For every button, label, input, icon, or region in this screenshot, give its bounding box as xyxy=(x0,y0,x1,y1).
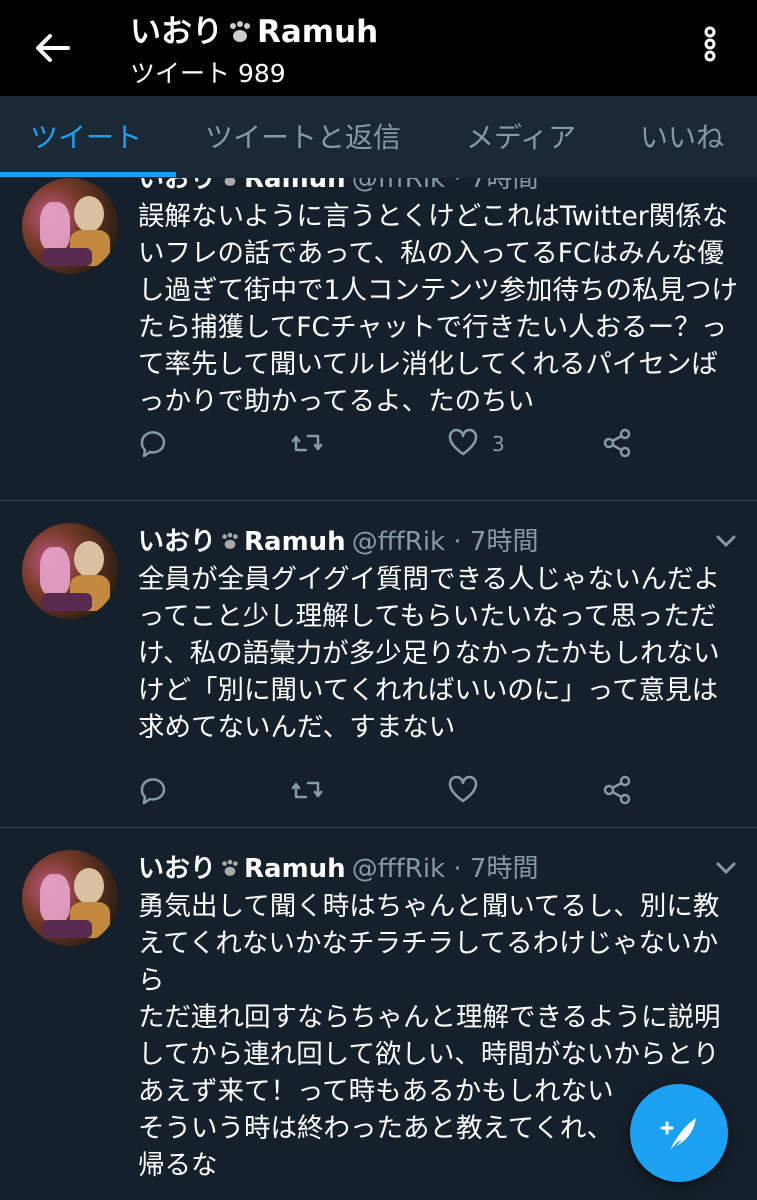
reply-icon[interactable] xyxy=(136,773,170,807)
paw-icon xyxy=(230,21,250,42)
tweet[interactable]: いおり Ramuh @fffRik · 7時間 全員が全員グイグイ質問できる人じゃ… xyxy=(0,501,757,827)
tab-tweets-and-replies[interactable]: ツイートと返信 xyxy=(205,116,401,156)
author-handle: @fffRik · 7時間 xyxy=(351,854,539,884)
tweet-count: ツイート 989 xyxy=(130,59,286,88)
reply-icon[interactable] xyxy=(136,426,170,460)
tweet-header: いおり Ramuh @fffRik · 7時間 xyxy=(138,848,538,885)
chevron-down-icon[interactable] xyxy=(714,860,738,876)
active-tab-indicator xyxy=(0,172,176,177)
retweet-icon[interactable] xyxy=(290,426,324,460)
author-name[interactable]: いおり xyxy=(138,527,216,557)
share-icon[interactable] xyxy=(600,426,634,460)
profile-tabs: ツイート ツイートと返信 メディア いいね xyxy=(0,96,757,178)
tweet-header: いおり Ramuh @fffRik · 7時間 xyxy=(138,521,538,558)
avatar[interactable] xyxy=(22,523,118,619)
heart-icon[interactable] xyxy=(446,773,480,807)
arrow-left-icon[interactable] xyxy=(28,24,76,72)
tweet[interactable]: いおり Ramuh @fffRik · 7時間 誤解ないように言うとくけどこれはT… xyxy=(0,178,757,500)
author-server: Ramuh xyxy=(244,854,346,884)
tab-tweets[interactable]: ツイート xyxy=(30,116,142,156)
profile-name: いおり xyxy=(130,14,223,50)
timeline[interactable]: いおり Ramuh @fffRik · 7時間 誤解ないように言うとくけどこれはT… xyxy=(0,178,757,1200)
retweet-icon[interactable] xyxy=(290,773,324,807)
author-server: Ramuh xyxy=(244,178,346,194)
tweet-header: いおり Ramuh @fffRik · 7時間 xyxy=(138,178,538,195)
like-count: 3 xyxy=(492,432,505,456)
tweet-text: 誤解ないように言うとくけどこれはTwitter関係ないフレの話であって、私の入っ… xyxy=(138,201,738,417)
profile-server: Ramuh xyxy=(257,14,379,50)
more-vertical-icon[interactable] xyxy=(690,24,730,64)
paw-icon xyxy=(222,859,238,876)
tweet-text: 全員が全員グイグイ質問できる人じゃないんだよってこと少し理解してもらいたいなって… xyxy=(138,564,720,743)
tweet-actions: 3 xyxy=(0,426,757,466)
avatar[interactable] xyxy=(22,178,118,274)
compose-tweet-icon xyxy=(660,1118,696,1150)
tweet-actions xyxy=(0,773,757,813)
author-handle: @fffRik · 7時間 xyxy=(351,527,539,557)
heart-icon[interactable] xyxy=(446,426,480,460)
avatar[interactable] xyxy=(22,850,118,946)
page-title: いおり Ramuh xyxy=(130,6,378,51)
chevron-down-icon[interactable] xyxy=(714,178,738,180)
tab-likes[interactable]: いいね xyxy=(640,116,724,156)
author-name[interactable]: いおり xyxy=(138,854,216,884)
paw-icon xyxy=(224,178,236,186)
author-name[interactable]: いおり xyxy=(138,178,216,194)
chevron-down-icon[interactable] xyxy=(714,533,738,549)
compose-tweet-button[interactable] xyxy=(630,1084,728,1182)
app-header: いおり Ramuh ツイート 989 xyxy=(0,0,757,96)
share-icon[interactable] xyxy=(600,773,634,807)
author-handle: @fffRik · 7時間 xyxy=(351,178,539,194)
paw-icon xyxy=(222,532,238,549)
author-server: Ramuh xyxy=(244,527,346,557)
tab-media[interactable]: メディア xyxy=(466,116,576,156)
